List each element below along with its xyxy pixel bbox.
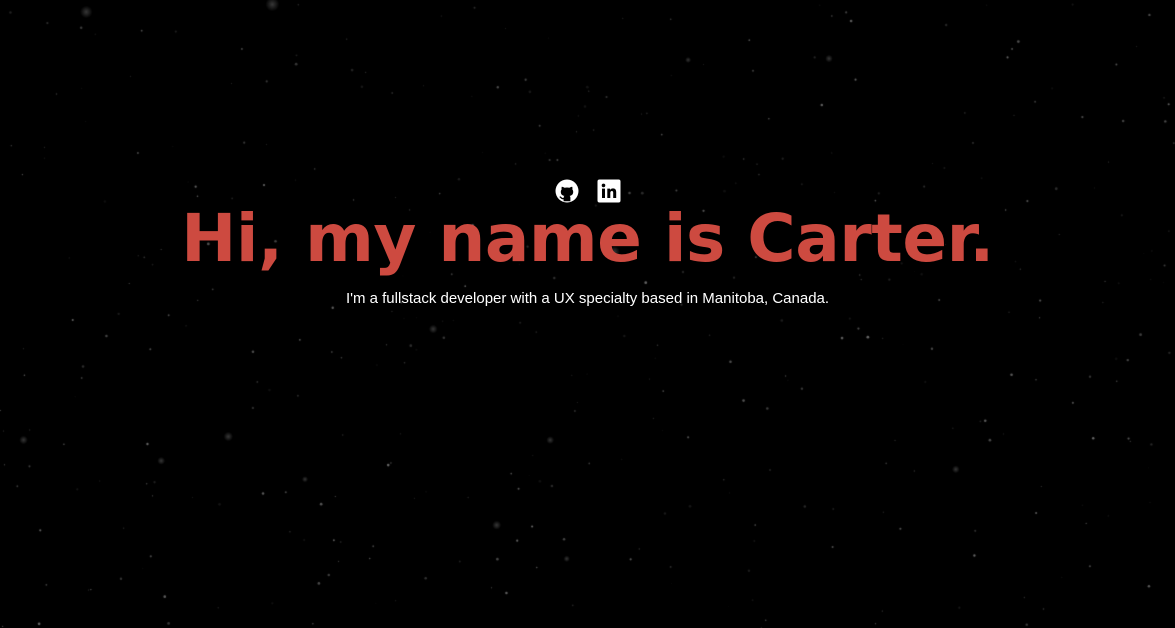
hero-subtitle: I'm a fullstack developer with a UX spec… [345, 290, 830, 307]
hero-section: Hi, my name is Carter. I'm a fullstack d… [0, 0, 1175, 628]
hero-title: Hi, my name is Carter. [181, 200, 994, 277]
